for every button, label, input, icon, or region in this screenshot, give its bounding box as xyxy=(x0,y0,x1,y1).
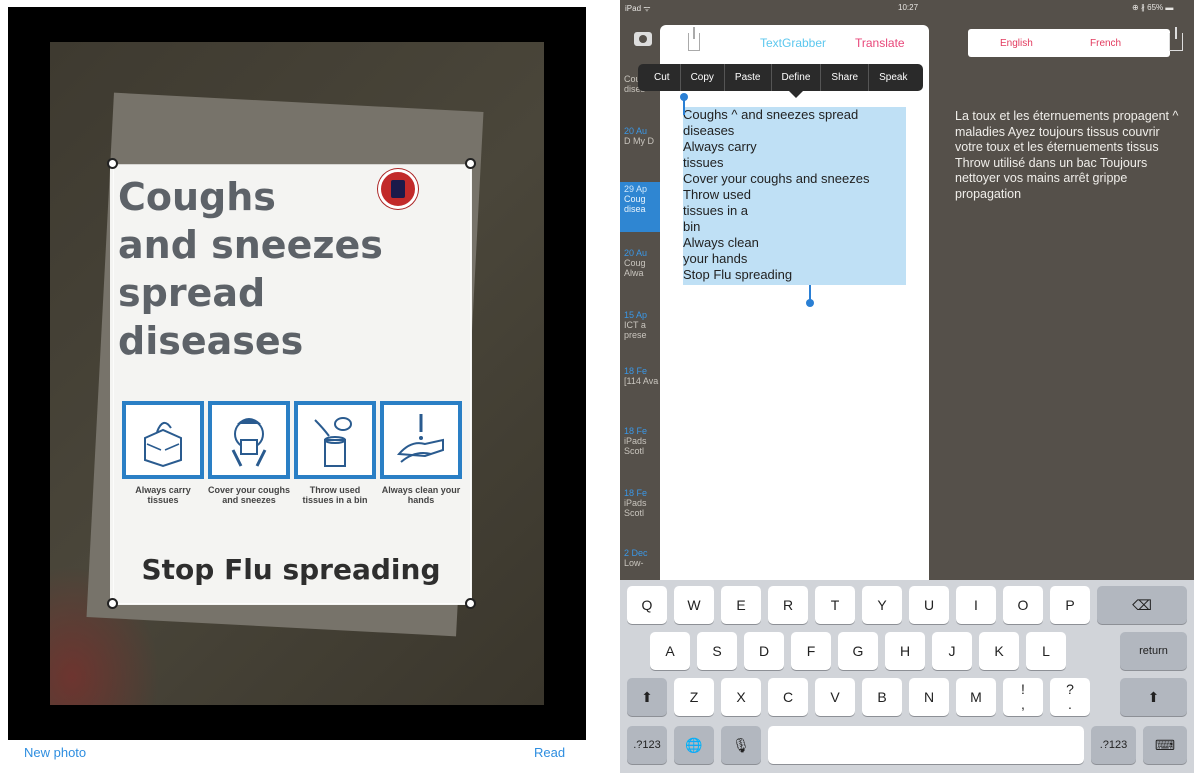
on-screen-keyboard: Q W E R T Y U I O P ⌫ A S D F G H J K L … xyxy=(620,580,1194,773)
status-battery: ⊕ ∦ 65% ▬ xyxy=(1132,3,1174,12)
key-y[interactable]: Y xyxy=(862,586,902,624)
key-n[interactable]: N xyxy=(909,678,949,716)
key-i[interactable]: I xyxy=(956,586,996,624)
status-bar: iPad ᯤ 10:27 ⊕ ∦ 65% ▬ xyxy=(620,0,1194,16)
history-item[interactable]: 20 Au D My D xyxy=(620,124,660,174)
key-j[interactable]: J xyxy=(932,632,972,670)
translation-text: La toux et les éternuements propagent ^ … xyxy=(955,109,1179,201)
camera-preview: Coughs and sneezes spread diseases Alway… xyxy=(8,7,586,740)
key-z[interactable]: Z xyxy=(674,678,714,716)
key-k[interactable]: K xyxy=(979,632,1019,670)
key-u[interactable]: U xyxy=(909,586,949,624)
menu-item-define[interactable]: Define xyxy=(770,64,821,91)
key-b[interactable]: B xyxy=(862,678,902,716)
key-g[interactable]: G xyxy=(838,632,878,670)
bottom-toolbar xyxy=(8,740,586,773)
tab-textgrabber[interactable]: TextGrabber xyxy=(760,36,826,50)
history-item[interactable]: 20 Au Coug Alwa xyxy=(620,246,660,296)
history-item[interactable]: 18 Fe iPads Scotl xyxy=(620,486,660,536)
ipad-app-panel: iPad ᯤ 10:27 ⊕ ∦ 65% ▬ Cou dises 20 Au D … xyxy=(620,0,1194,773)
camera-crop-panel: Coughs and sneezes spread diseases Alway… xyxy=(8,7,586,773)
key-w[interactable]: W xyxy=(674,586,714,624)
key-m[interactable]: M xyxy=(956,678,996,716)
crop-frame xyxy=(113,164,471,604)
history-item[interactable]: 18 Fe [114 Ava xyxy=(620,364,660,414)
history-sidebar: Cou dises 20 Au D My D 29 Ap Coug disea 20… xyxy=(620,60,660,580)
menu-item-copy[interactable]: Copy xyxy=(679,64,724,91)
read-button[interactable]: Read xyxy=(534,745,565,760)
menu-item-paste[interactable]: Paste xyxy=(723,64,771,91)
key-e[interactable]: E xyxy=(721,586,761,624)
key-x[interactable]: X xyxy=(721,678,761,716)
tab-translate[interactable]: Translate xyxy=(855,36,905,50)
history-item[interactable]: 15 Ap ICT a prese xyxy=(620,308,660,358)
crop-handle-bottom-left[interactable] xyxy=(107,598,118,609)
numbers-key-right[interactable]: .?123 xyxy=(1091,726,1136,764)
menu-pointer xyxy=(789,91,803,98)
status-time: 10:27 xyxy=(898,3,919,12)
crop-handle-top-left[interactable] xyxy=(107,158,118,169)
history-item-selected[interactable]: 29 Ap Coug disea xyxy=(620,182,660,232)
selection-start-handle[interactable] xyxy=(680,93,688,115)
globe-icon[interactable]: 🌐 xyxy=(674,726,714,764)
key-r[interactable]: R xyxy=(768,586,808,624)
menu-item-cut[interactable]: Cut xyxy=(644,64,680,91)
edit-context-menu: Cut Copy Paste Define Share Speak xyxy=(638,64,924,91)
selection-end-handle[interactable] xyxy=(806,285,814,307)
menu-item-share[interactable]: Share xyxy=(820,64,868,91)
key-a[interactable]: A xyxy=(650,632,690,670)
key-h[interactable]: H xyxy=(885,632,925,670)
key-q[interactable]: Q xyxy=(627,586,667,624)
key-question[interactable]: ? . xyxy=(1050,678,1090,716)
share-icon[interactable] xyxy=(1169,27,1183,51)
key-l[interactable]: L xyxy=(1026,632,1066,670)
status-device: iPad ᯤ xyxy=(625,4,651,13)
shift-key-left[interactable]: ⬆ xyxy=(627,678,667,716)
menu-item-speak[interactable]: Speak xyxy=(868,64,917,91)
key-f[interactable]: F xyxy=(791,632,831,670)
key-exclamation[interactable]: ! , xyxy=(1003,678,1043,716)
numbers-key-left[interactable]: .?123 xyxy=(627,726,667,764)
return-key[interactable]: return xyxy=(1120,632,1187,670)
crop-handle-top-right[interactable] xyxy=(465,158,476,169)
backspace-key[interactable]: ⌫ xyxy=(1097,586,1187,624)
key-d[interactable]: D xyxy=(744,632,784,670)
key-v[interactable]: V xyxy=(815,678,855,716)
microphone-icon[interactable]: 🎙 xyxy=(721,726,761,764)
ocr-text[interactable]: Coughs ^ and sneezes spread diseases Alw… xyxy=(683,107,913,283)
language-selector: English French xyxy=(968,29,1170,57)
history-item[interactable]: 18 Fe iPads Scotl xyxy=(620,424,660,474)
key-o[interactable]: O xyxy=(1003,586,1043,624)
shift-key-right[interactable]: ⬆ xyxy=(1120,678,1187,716)
new-photo-button[interactable]: New photo xyxy=(24,745,86,760)
keyboard-hide-icon[interactable]: ⌨ xyxy=(1143,726,1187,764)
space-key[interactable] xyxy=(768,726,1084,764)
source-language-button[interactable]: English xyxy=(1000,38,1033,49)
key-t[interactable]: T xyxy=(815,586,855,624)
target-language-button[interactable]: French xyxy=(1090,38,1121,49)
share-icon[interactable] xyxy=(688,27,700,51)
key-c[interactable]: C xyxy=(768,678,808,716)
key-p[interactable]: P xyxy=(1050,586,1090,624)
camera-icon[interactable] xyxy=(634,32,652,46)
ocr-text-area[interactable]: Coughs ^ and sneezes spread diseases Alw… xyxy=(680,93,908,307)
key-s[interactable]: S xyxy=(697,632,737,670)
crop-handle-bottom-right[interactable] xyxy=(465,598,476,609)
